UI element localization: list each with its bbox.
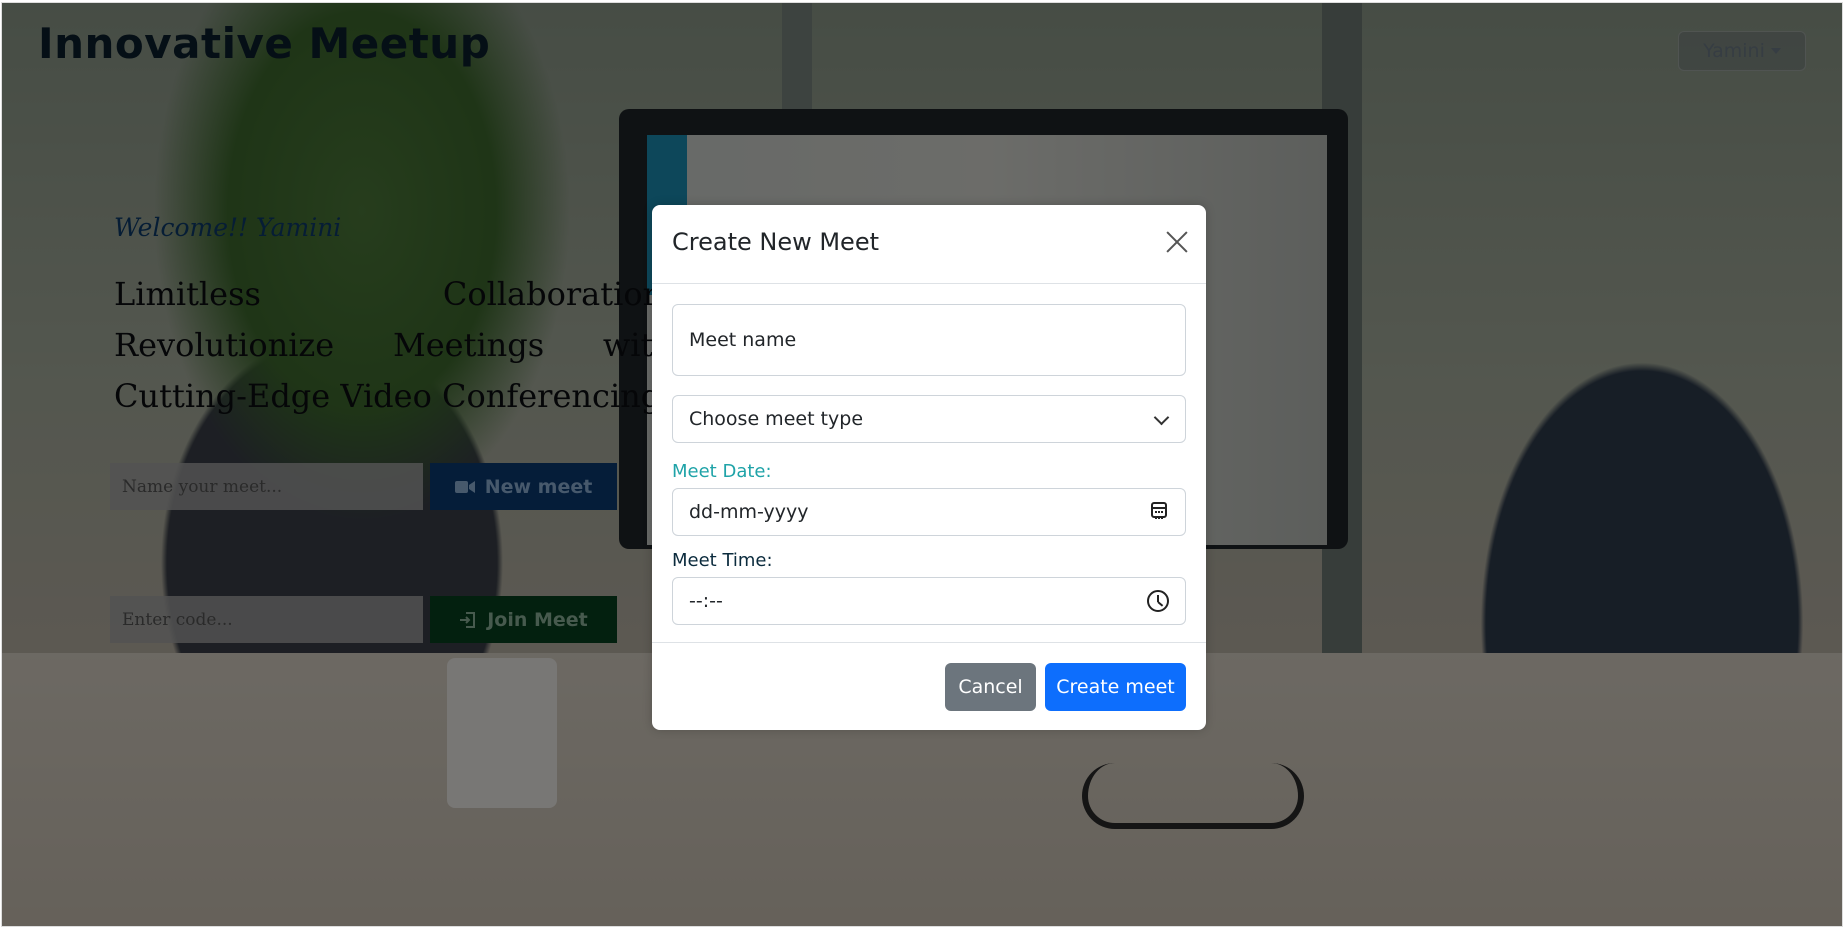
meet-date-value: dd-mm-yyyy — [689, 501, 809, 523]
meet-time-label: Meet Time: — [672, 550, 773, 571]
create-meet-button[interactable]: Create meet — [1045, 663, 1186, 711]
modal-footer: Cancel Create meet — [652, 642, 1206, 731]
modal-header: Create New Meet — [652, 205, 1206, 284]
meet-date-label: Meet Date: — [672, 461, 772, 482]
app-page: Innovative Meetup Yamini Welcome!! Yamin… — [1, 2, 1843, 927]
close-icon[interactable] — [1164, 229, 1190, 255]
modal-title: Create New Meet — [672, 228, 879, 256]
meet-date-input[interactable]: dd-mm-yyyy — [672, 488, 1186, 536]
create-meet-modal: Create New Meet Meet name Choose meet ty… — [652, 205, 1206, 730]
meet-name-field[interactable]: Meet name — [672, 304, 1186, 376]
meet-time-value: --:-- — [689, 590, 723, 612]
meet-time-input[interactable]: --:-- — [672, 577, 1186, 625]
calendar-icon[interactable] — [1151, 502, 1167, 519]
meet-type-select[interactable]: Choose meet type — [672, 395, 1186, 443]
clock-icon[interactable] — [1147, 590, 1169, 612]
chevron-down-icon — [1153, 409, 1170, 426]
cancel-button[interactable]: Cancel — [945, 663, 1036, 711]
meet-type-selected: Choose meet type — [689, 408, 864, 430]
